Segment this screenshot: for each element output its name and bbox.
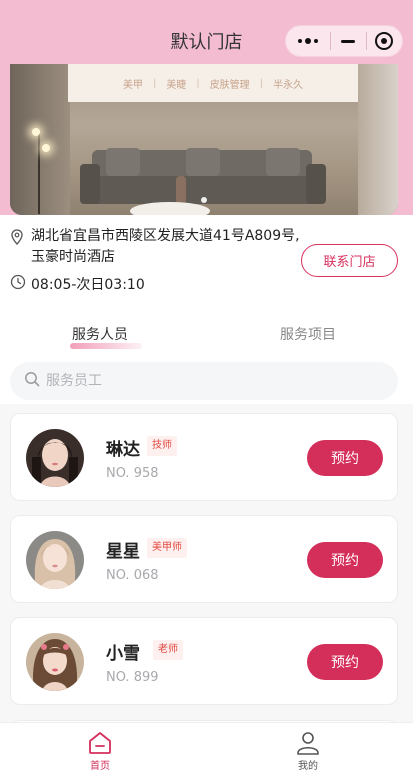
hours-row: 08:05-次日03:10 (10, 274, 403, 294)
sofa-arm (306, 164, 326, 204)
cushion (266, 148, 300, 176)
banner-sign-item: 皮肤管理 (209, 79, 250, 91)
coffee-table (130, 202, 210, 215)
store-address: 湖北省宜昌市西陵区发展大道41号A809号,玉豪时尚酒店 (31, 228, 300, 265)
staff-name: 小雪 (106, 644, 140, 664)
sofa-arm (80, 164, 100, 204)
cushion (186, 148, 220, 176)
tab-service-items[interactable]: 服务项目 (280, 324, 336, 344)
banner-sign-item: 美睫 (166, 79, 187, 91)
mini-program-capsule (285, 25, 403, 57)
staff-number: NO. 958 (106, 466, 159, 481)
tabbar-label: 我的 (298, 761, 318, 772)
banner-sign-item: 半永久 (273, 79, 304, 91)
close-target-icon[interactable] (367, 32, 402, 50)
minimize-icon[interactable] (331, 39, 366, 43)
bottom-tab-bar: 首页 我的 (0, 722, 413, 779)
search-icon (24, 371, 40, 391)
book-button[interactable]: 预约 (307, 440, 383, 476)
search-input[interactable] (46, 373, 366, 389)
store-banner-image[interactable]: 美甲 | 美睫 | 皮肤管理 | 半永久 (10, 64, 398, 215)
banner-wall (10, 64, 70, 215)
contact-store-button[interactable]: 联系门店 (301, 244, 398, 277)
search-bar[interactable] (10, 362, 398, 400)
clock-icon (10, 274, 26, 294)
avatar (26, 633, 84, 691)
home-icon (60, 731, 140, 755)
tabbar-item-mine[interactable]: 我的 (268, 731, 348, 772)
floor-lamp (38, 134, 40, 214)
vase (176, 176, 186, 204)
book-button[interactable]: 预约 (307, 644, 383, 680)
staff-card[interactable]: 琳达 技师 NO. 958 预约 (10, 413, 398, 501)
staff-number: NO. 068 (106, 568, 159, 583)
banner-sign-item: 美甲 (122, 79, 143, 91)
tabbar-label: 首页 (90, 761, 110, 772)
staff-number: NO. 899 (106, 670, 159, 685)
staff-role-badge: 技师 (147, 436, 177, 456)
carousel-indicator[interactable] (201, 197, 207, 203)
lamp-light (42, 144, 50, 152)
banner-wall (358, 64, 398, 215)
staff-card[interactable]: 星星 美甲师 NO. 068 预约 (10, 515, 398, 603)
lamp-light (32, 128, 40, 136)
staff-role-badge: 美甲师 (147, 538, 187, 558)
staff-role-badge: 老师 (153, 640, 183, 660)
staff-list: 琳达 技师 NO. 958 预约 星星 美甲师 NO. 068 预约 小雪 老师… (0, 404, 413, 740)
cushion (106, 148, 140, 176)
location-pin-icon (10, 229, 26, 249)
store-info: 湖北省宜昌市西陵区发展大道41号A809号,玉豪时尚酒店 联系门店 08:05-… (10, 226, 403, 294)
more-icon[interactable] (286, 38, 330, 44)
staff-card[interactable]: 小雪 老师 NO. 899 预约 (10, 617, 398, 705)
staff-name: 星星 (106, 542, 140, 562)
business-hours: 08:05-次日03:10 (31, 277, 145, 293)
avatar (26, 429, 84, 487)
content-tabs: 服务人员 服务项目 (0, 324, 413, 350)
staff-name: 琳达 (106, 440, 140, 460)
tab-service-staff[interactable]: 服务人员 (72, 324, 128, 344)
user-icon (268, 731, 348, 755)
book-button[interactable]: 预约 (307, 542, 383, 578)
banner-sign: 美甲 | 美睫 | 皮肤管理 | 半永久 (68, 64, 358, 102)
avatar (26, 531, 84, 589)
tabbar-item-home[interactable]: 首页 (60, 731, 140, 772)
